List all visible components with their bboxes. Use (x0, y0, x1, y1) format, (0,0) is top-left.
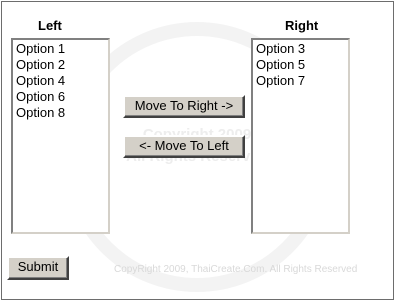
left-option[interactable]: Option 1 (16, 41, 105, 57)
left-option[interactable]: Option 2 (16, 57, 105, 73)
left-heading: Left (38, 18, 62, 33)
move-to-left-button[interactable]: <- Move To Left (123, 135, 245, 158)
move-to-right-button[interactable]: Move To Right -> (123, 95, 245, 118)
right-heading: Right (285, 18, 319, 33)
left-option[interactable]: Option 8 (16, 105, 105, 121)
right-listbox[interactable]: Option 3 Option 5 Option 7 (251, 38, 350, 234)
copyright-text: CopyRight 2009, ThaiCreate.Com. All Righ… (114, 264, 358, 275)
left-option[interactable]: Option 6 (16, 89, 105, 105)
submit-button[interactable]: Submit (7, 256, 69, 280)
form-panel: Copyright 2009 All Rights Reserved Left … (1, 1, 394, 300)
right-option[interactable]: Option 5 (256, 57, 345, 73)
left-option[interactable]: Option 4 (16, 73, 105, 89)
right-option[interactable]: Option 7 (256, 73, 345, 89)
right-option[interactable]: Option 3 (256, 41, 345, 57)
left-listbox[interactable]: Option 1 Option 2 Option 4 Option 6 Opti… (11, 38, 110, 234)
